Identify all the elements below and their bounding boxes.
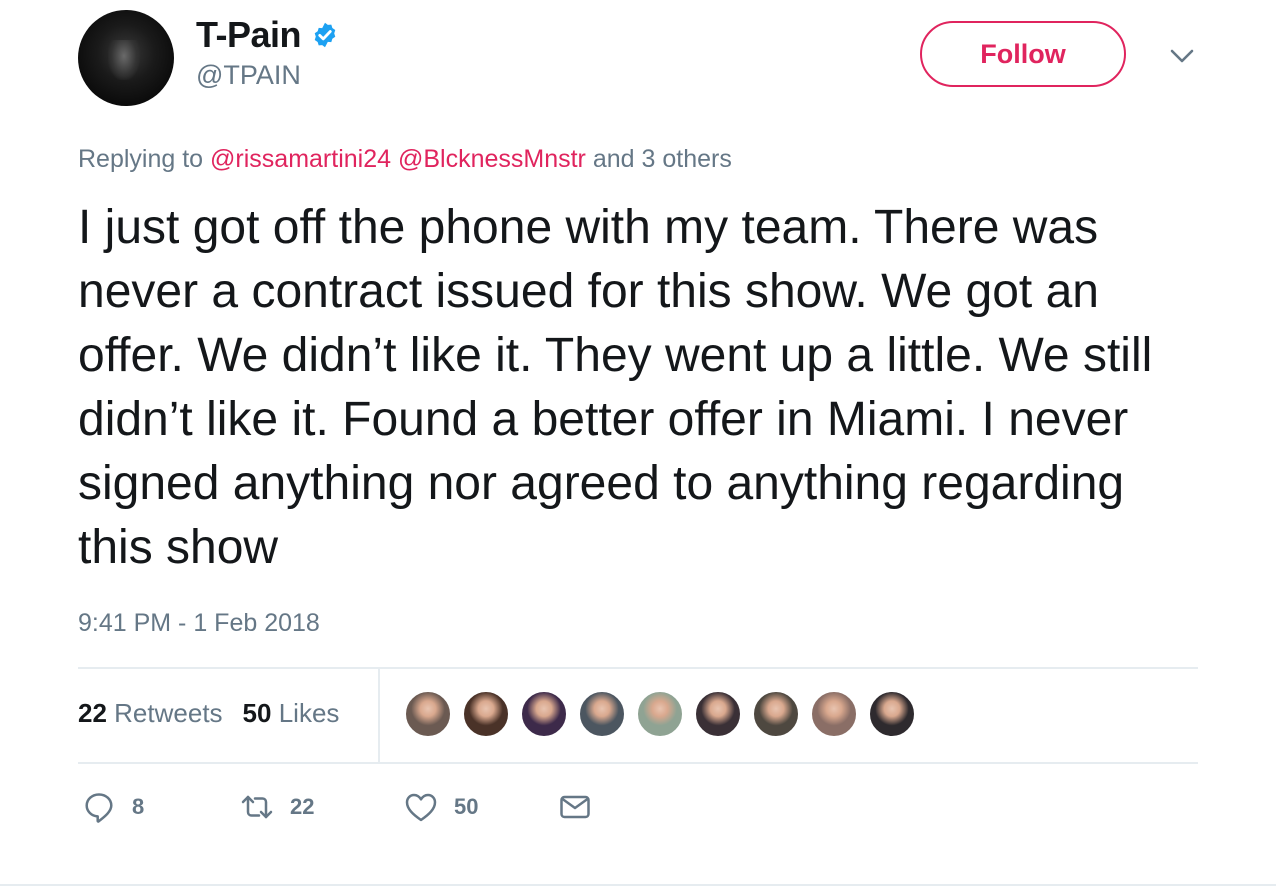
follow-button[interactable]: Follow [920,21,1126,87]
divider [78,762,1198,764]
divider [78,667,1198,669]
name-row: T-Pain [196,14,339,56]
direct-message-action[interactable] [558,790,592,824]
liker-avatar[interactable] [752,690,800,738]
liker-avatar[interactable] [578,690,626,738]
tweet-stats: 22 Retweets 50 Likes [78,698,339,729]
reply-prefix: Replying to [78,145,204,173]
user-handle[interactable]: @TPAIN [196,60,301,91]
liker-avatar[interactable] [868,690,916,738]
mail-icon [560,795,590,819]
bottom-border [0,884,1276,886]
tweet-actions: 8 22 50 [82,790,592,824]
liker-avatars [404,690,926,738]
reply-action[interactable]: 8 [82,790,240,824]
like-count: 50 [454,794,479,819]
avatar-figure [108,40,140,80]
chevron-down-icon[interactable] [1166,44,1198,68]
verified-badge-icon [314,22,336,48]
tweet-text: I just got off the phone with my team. T… [78,201,1153,574]
liker-avatar[interactable] [810,690,858,738]
reply-context: Replying to @rissamartini24 @BlcknessMns… [78,145,732,174]
likes-stat[interactable]: 50 Likes [243,698,340,729]
mention-link[interactable]: @BlcknessMnstr [398,145,586,173]
liker-avatar[interactable] [636,690,684,738]
like-action[interactable]: 50 [404,790,558,824]
stats-divider [378,669,380,762]
retweets-label: Retweets [114,698,223,728]
profile-avatar[interactable] [78,10,174,106]
reply-icon [85,793,113,823]
liker-avatar[interactable] [520,690,568,738]
reply-others-link[interactable]: and 3 others [593,145,732,173]
retweet-icon [241,795,273,819]
likes-label: Likes [278,698,340,728]
liker-avatar[interactable] [694,690,742,738]
heart-icon [405,793,437,822]
retweets-count: 22 [78,698,107,728]
retweet-action[interactable]: 22 [240,790,404,824]
liker-avatar[interactable] [462,690,510,738]
retweets-stat[interactable]: 22 Retweets [78,698,223,729]
mention-link[interactable]: @rissamartini24 [210,145,391,173]
liker-avatar[interactable] [404,690,452,738]
display-name[interactable]: T-Pain [196,14,302,56]
likes-count: 50 [242,698,272,728]
tweet-timestamp[interactable]: 9:41 PM - 1 Feb 2018 [78,609,320,638]
retweet-count: 22 [290,794,315,819]
reply-count: 8 [132,794,145,819]
